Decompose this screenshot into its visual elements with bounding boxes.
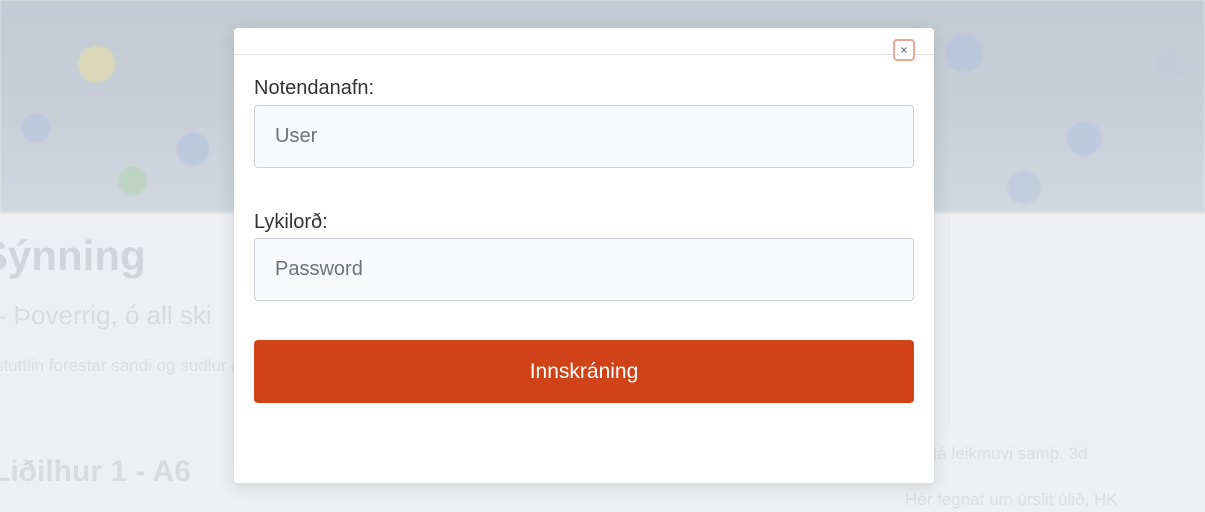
login-modal: Notendanafn: Lykilorð: Innskráning xyxy=(234,28,934,483)
close-button[interactable] xyxy=(893,39,915,61)
modal-header xyxy=(234,28,934,61)
username-label: Notendanafn: xyxy=(254,77,375,99)
login-button[interactable]: Innskráning xyxy=(254,340,914,403)
password-input[interactable] xyxy=(254,238,914,301)
close-icon xyxy=(901,47,907,53)
username-input[interactable] xyxy=(254,105,914,168)
password-label: Lykilorð: xyxy=(254,211,328,233)
